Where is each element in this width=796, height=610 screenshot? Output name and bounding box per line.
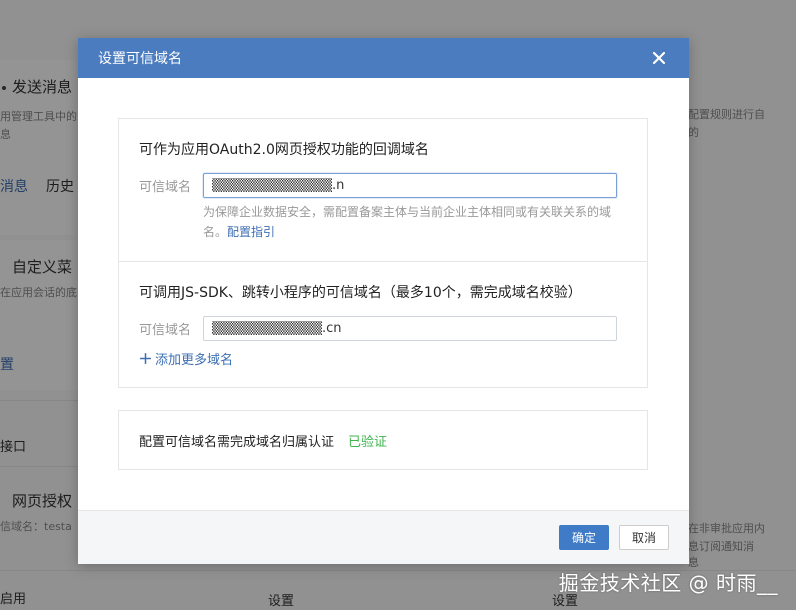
close-button[interactable] <box>649 48 669 68</box>
jssdk-field-label: 可信域名 <box>139 323 192 338</box>
config-guide-link[interactable]: 配置指引 <box>227 225 275 239</box>
dialog-body: 可作为应用OAuth2.0网页授权功能的回调域名 可信域名 为保障企业数据安全，… <box>78 78 689 510</box>
oauth-field-label: 可信域名 <box>139 180 192 195</box>
jssdk-section-heading: 可调用JS-SDK、跳转小程序的可信域名（最多10个，需完成域名校验） <box>139 285 582 301</box>
close-icon <box>652 51 666 65</box>
oauth-domain-input[interactable] <box>203 173 617 198</box>
oauth-section-heading: 可作为应用OAuth2.0网页授权功能的回调域名 <box>139 142 429 158</box>
oauth-hint: 为保障企业数据安全，需配置备案主体与当前企业主体相同或有关联关系的域名。配置指引 <box>203 202 623 242</box>
jssdk-domain-section: 可调用JS-SDK、跳转小程序的可信域名（最多10个，需完成域名校验） 可信域名… <box>118 261 648 388</box>
dialog-title: 设置可信域名 <box>98 51 182 67</box>
watermark: 掘金技术社区 @ 时雨__ <box>558 571 778 595</box>
plus-icon <box>140 353 151 364</box>
verification-status-badge: 已验证 <box>348 434 388 450</box>
dialog-footer: 确定 取消 <box>78 510 689 564</box>
domain-verification-section: 配置可信域名需完成域名归属认证 已验证 <box>118 410 648 470</box>
cancel-button[interactable]: 取消 <box>619 525 669 550</box>
confirm-button[interactable]: 确定 <box>559 525 609 550</box>
oauth-domain-section: 可作为应用OAuth2.0网页授权功能的回调域名 可信域名 为保障企业数据安全，… <box>118 118 648 262</box>
add-more-label: 添加更多域名 <box>155 353 234 368</box>
dialog-header: 设置可信域名 <box>78 38 689 78</box>
add-more-domains-button[interactable]: 添加更多域名 <box>139 349 627 368</box>
verification-text: 配置可信域名需完成域名归属认证 <box>139 434 335 450</box>
jssdk-field-row: 可信域名 <box>139 316 627 341</box>
jssdk-domain-input[interactable] <box>203 316 617 341</box>
trusted-domain-dialog: 设置可信域名 可作为应用OAuth2.0网页授权功能的回调域名 可信域名 为保障… <box>78 38 689 564</box>
oauth-field-row: 可信域名 <box>139 173 627 198</box>
